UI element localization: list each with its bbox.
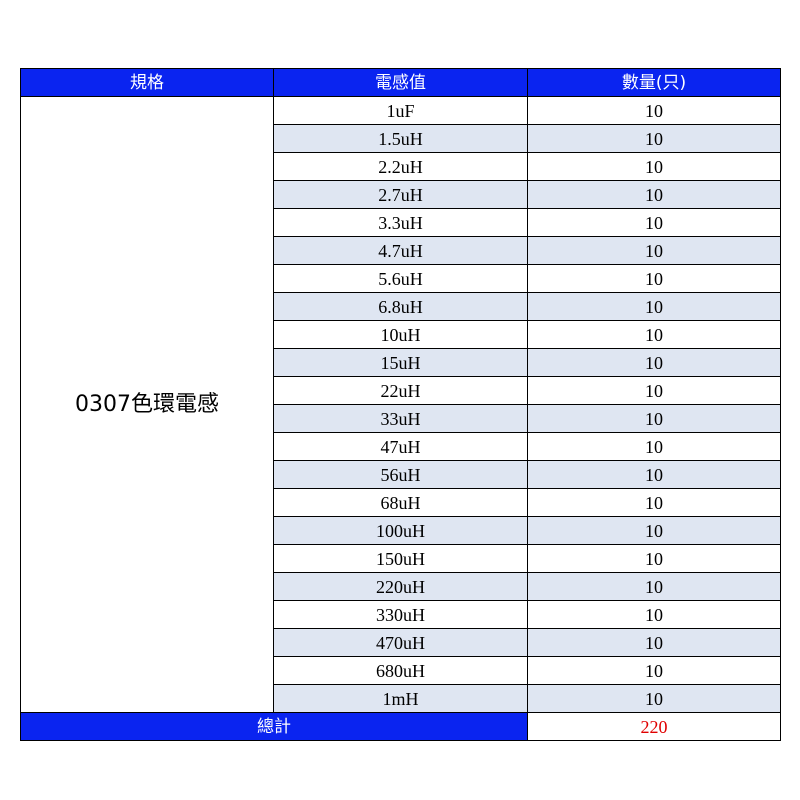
quantity-cell: 10 (527, 208, 781, 237)
inductance-cell: 68uH (273, 488, 528, 517)
quantity-cell: 10 (527, 348, 781, 377)
quantity-cell: 10 (527, 96, 781, 125)
inductance-cell: 1.5uH (273, 124, 528, 153)
quantity-cell: 10 (527, 292, 781, 321)
table-row: 0307色環電感 1uF 10 (20, 96, 781, 713)
quantity-cell: 10 (527, 600, 781, 629)
inductance-cell: 47uH (273, 432, 528, 461)
inductance-cell: 470uH (273, 628, 528, 657)
inductance-cell: 1mH (273, 684, 528, 713)
quantity-cell: 10 (527, 656, 781, 685)
total-label: 總計 (20, 712, 528, 741)
inductance-cell: 1uF (273, 96, 528, 125)
inductance-cell: 2.7uH (273, 180, 528, 209)
inductance-cell: 150uH (273, 544, 528, 573)
inductance-cell: 680uH (273, 656, 528, 685)
quantity-cell: 10 (527, 572, 781, 601)
inductance-cell: 220uH (273, 572, 528, 601)
inductance-cell: 2.2uH (273, 152, 528, 181)
quantity-cell: 10 (527, 432, 781, 461)
inductance-cell: 5.6uH (273, 264, 528, 293)
quantity-cell: 10 (527, 152, 781, 181)
inductance-cell: 330uH (273, 600, 528, 629)
inductor-spec-table: 規格 電感值 數量(只) 0307色環電感 1uF 10 1.5uH 10 2.2uH 10… (20, 68, 781, 741)
header-row: 規格 電感值 數量(只) (20, 68, 781, 97)
quantity-cell: 10 (527, 180, 781, 209)
quantity-cell: 10 (527, 376, 781, 405)
inductance-cell: 3.3uH (273, 208, 528, 237)
total-value: 220 (527, 712, 781, 741)
header-inductance: 電感值 (273, 68, 528, 97)
quantity-cell: 10 (527, 460, 781, 489)
quantity-cell: 10 (527, 264, 781, 293)
quantity-cell: 10 (527, 320, 781, 349)
quantity-cell: 10 (527, 544, 781, 573)
header-spec: 規格 (20, 68, 274, 97)
inductance-cell: 4.7uH (273, 236, 528, 265)
quantity-cell: 10 (527, 628, 781, 657)
inductance-cell: 15uH (273, 348, 528, 377)
total-row: 總計 220 (20, 712, 781, 741)
spec-name: 0307色環電感 (20, 96, 274, 713)
inductance-cell: 6.8uH (273, 292, 528, 321)
inductance-cell: 10uH (273, 320, 528, 349)
header-quantity: 數量(只) (527, 68, 781, 97)
quantity-cell: 10 (527, 488, 781, 517)
inductance-cell: 33uH (273, 404, 528, 433)
inductance-cell: 22uH (273, 376, 528, 405)
quantity-cell: 10 (527, 124, 781, 153)
quantity-cell: 10 (527, 684, 781, 713)
quantity-cell: 10 (527, 236, 781, 265)
quantity-cell: 10 (527, 516, 781, 545)
inductance-cell: 100uH (273, 516, 528, 545)
quantity-cell: 10 (527, 404, 781, 433)
table-body: 0307色環電感 1uF 10 1.5uH 10 2.2uH 10 2.7uH 10 3.3uH 1… (20, 96, 781, 713)
inductance-cell: 56uH (273, 460, 528, 489)
